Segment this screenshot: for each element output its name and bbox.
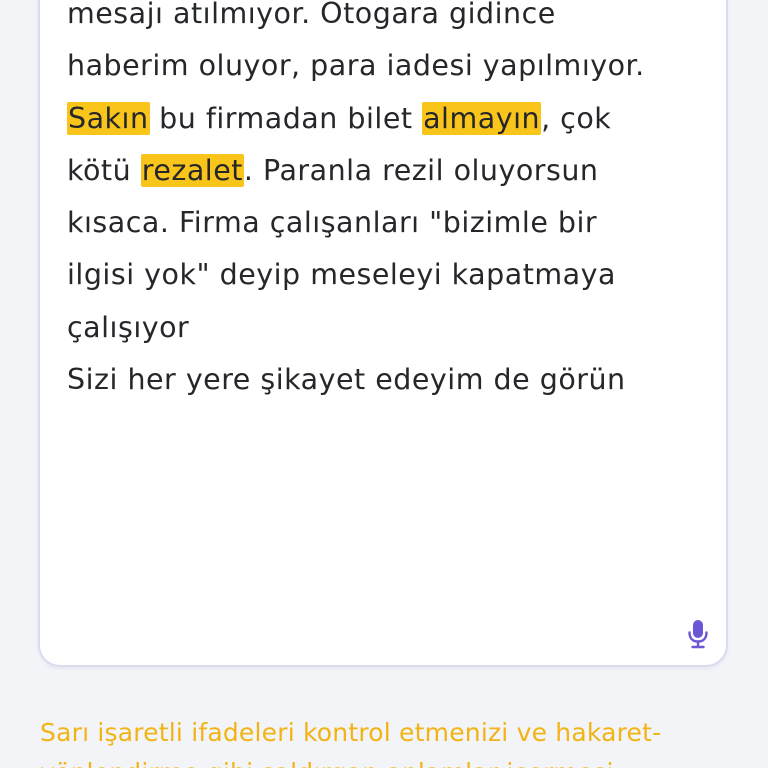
complaint-text-segment: . Paranla rezil oluyorsun	[243, 153, 599, 187]
complaint-text-segment: mesajı atılmıyor. Otogara gidince	[67, 0, 556, 30]
highlight-warning-text: Sarı işaretli ifadeleri kontrol etmenizi…	[40, 713, 730, 768]
complaint-text[interactable]: mesajı atılmıyor. Otogara gidince haberim…	[67, 0, 707, 406]
complaint-text-segment: , çok	[541, 101, 612, 135]
complaint-text-area[interactable]: mesajı atılmıyor. Otogara gidince haberim…	[38, 0, 728, 667]
complaint-text-segment: çalışıyor	[67, 310, 190, 344]
flagged-word-highlight: almayın	[422, 101, 542, 135]
complaint-text-segment: Sizi her yere şikayet edeyim de görün	[67, 363, 626, 397]
complaint-line: mesajı atılmıyor. Otogara gidince	[67, 0, 707, 40]
complaint-text-segment: ilgisi yok" deyip meseleyi kapatmaya	[67, 258, 616, 292]
complaint-text-segment: kısaca. Firma çalışanları "bizimle bir	[67, 206, 598, 240]
complaint-text-segment: haberim oluyor, para iadesi yapılmıyor.	[67, 49, 645, 83]
complaint-page: mesajı atılmıyor. Otogara gidince haberim…	[0, 0, 768, 768]
complaint-line: çalışıyor	[67, 302, 707, 354]
complaint-text-segment: bu firmadan bilet	[149, 101, 423, 135]
voice-input-button[interactable]	[684, 619, 712, 653]
flagged-word-highlight: Sakın	[67, 101, 150, 135]
complaint-text-segment: kötü	[67, 153, 141, 187]
complaint-line: kötü rezalet. Paranla rezil oluyorsun	[67, 145, 707, 197]
microphone-icon	[687, 619, 709, 653]
flagged-word-highlight: rezalet	[140, 153, 244, 187]
complaint-line: kısaca. Firma çalışanları "bizimle bir	[67, 197, 707, 249]
warning-line: Sarı işaretli ifadeleri kontrol etmenizi…	[40, 718, 662, 747]
complaint-line: haberim oluyor, para iadesi yapılmıyor.	[67, 40, 707, 92]
warning-line: yönlendirme gibi saldırgan anlamlar içer…	[40, 753, 730, 768]
complaint-line: Sizi her yere şikayet edeyim de görün	[67, 354, 707, 406]
complaint-line: ilgisi yok" deyip meseleyi kapatmaya	[67, 249, 707, 301]
complaint-line: Sakın bu firmadan bilet almayın, çok	[67, 93, 707, 145]
